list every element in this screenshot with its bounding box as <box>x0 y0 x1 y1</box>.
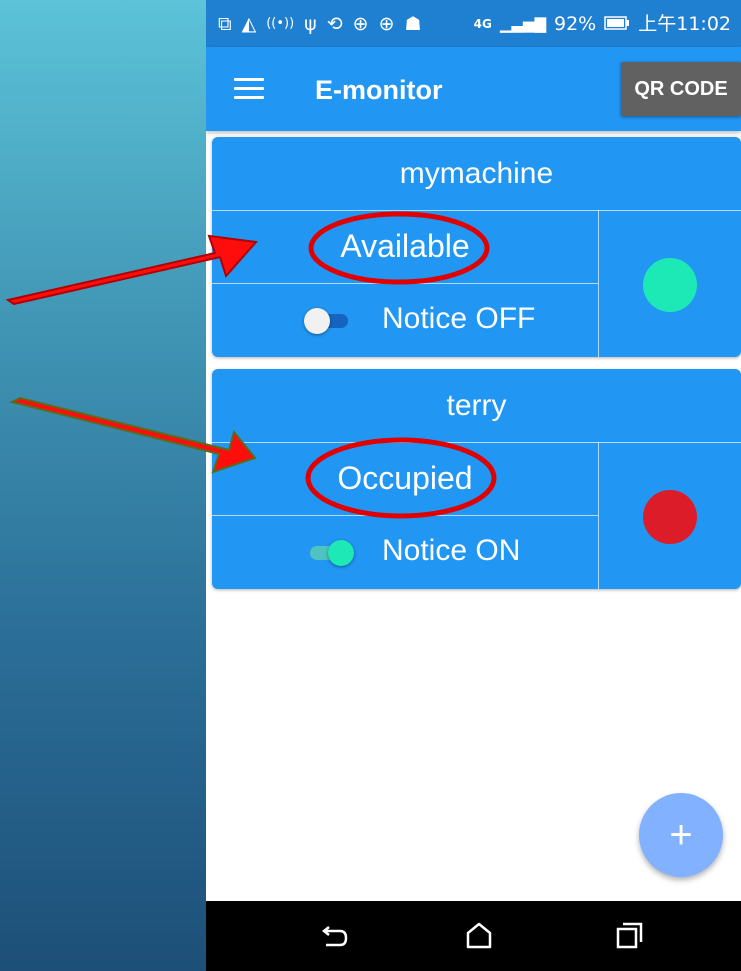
recents-icon[interactable] <box>612 919 646 953</box>
add-machine-button[interactable]: + <box>639 793 723 877</box>
screen-icon: ⧉ <box>218 13 232 35</box>
signal-bars-icon: ▁▃▅▇ <box>499 15 546 33</box>
app-title: E-monitor <box>315 75 443 105</box>
download-icon: ⊕ <box>378 13 395 35</box>
clock: 上午11:02 <box>638 13 731 35</box>
phone-screen: ⧉ ◭ ((•)) ψ ⟲ ⊕ ⊕ ☗ 4G ▁▃▅▇ 92% 上午11:02 … <box>206 0 741 971</box>
machine-status: Available <box>212 210 598 284</box>
card-divider <box>598 210 599 357</box>
battery-percent: 92% <box>554 13 597 35</box>
navigation-icon: ◭ <box>241 13 257 35</box>
machine-card-mymachine[interactable]: mymachine Available Notice OFF <box>212 137 741 357</box>
notice-label: Notice ON <box>382 534 521 567</box>
download-icon: ⊕ <box>352 13 369 35</box>
hamburger-menu-icon[interactable] <box>234 78 264 100</box>
notice-label: Notice OFF <box>382 302 536 335</box>
card-divider <box>598 442 599 589</box>
qr-code-button[interactable]: QR CODE <box>621 62 741 116</box>
back-icon[interactable] <box>316 919 350 953</box>
status-right: 4G ▁▃▅▇ 92% 上午11:02 <box>474 13 731 35</box>
notice-toggle[interactable] <box>304 308 354 334</box>
battery-icon <box>604 13 630 35</box>
android-icon: ☗ <box>404 13 422 35</box>
navigation-bar <box>206 901 741 971</box>
notice-row: Notice OFF <box>212 284 598 357</box>
notice-row: Notice ON <box>212 516 598 589</box>
notice-toggle[interactable] <box>304 540 354 566</box>
signal-label: 4G <box>473 17 492 31</box>
machine-status: Occupied <box>212 442 598 516</box>
sync-icon: ⟲ <box>326 13 343 35</box>
machine-name: terry <box>212 369 741 443</box>
home-icon[interactable] <box>462 919 496 953</box>
usb-icon: ψ <box>304 13 317 35</box>
app-bar: E-monitor QR CODE <box>206 47 741 131</box>
status-bar: ⧉ ◭ ((•)) ψ ⟲ ⊕ ⊕ ☗ 4G ▁▃▅▇ 92% 上午11:02 <box>206 0 741 47</box>
machine-card-terry[interactable]: terry Occupied Notice ON <box>212 369 741 589</box>
status-icons: ⧉ ◭ ((•)) ψ ⟲ ⊕ ⊕ ☗ <box>218 13 422 35</box>
status-indicator <box>643 258 697 312</box>
machine-name: mymachine <box>212 137 741 211</box>
status-indicator <box>643 490 697 544</box>
wifi-calling-icon: ((•)) <box>266 16 295 31</box>
